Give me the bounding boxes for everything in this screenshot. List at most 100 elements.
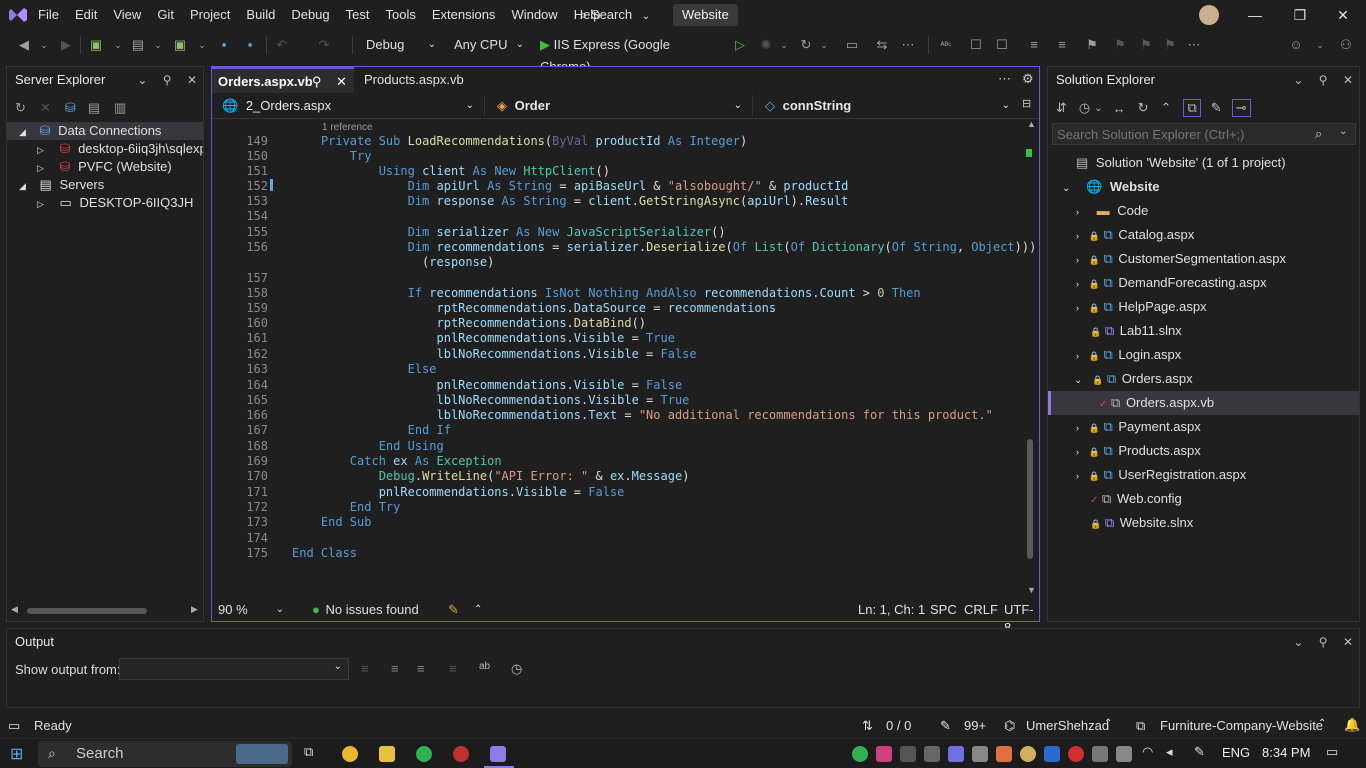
member-select[interactable]: ◇ connString ⌄ (752, 95, 1014, 117)
run-target-button[interactable]: ▶ IIS Express (Google Chrome) ⌄ (534, 34, 724, 74)
chevron-up-icon[interactable]: ⌃ (474, 601, 482, 619)
tree-node-file-selected[interactable]: ✓ ⧉ Orders.aspx.vb (1048, 391, 1359, 415)
maximize-button[interactable]: ❐ (1277, 0, 1323, 30)
whatsapp-tray-icon[interactable] (852, 746, 868, 762)
close-icon[interactable]: ✕ (187, 73, 197, 87)
minimize-button[interactable]: — (1232, 0, 1278, 30)
outdent-icon[interactable]: ≡ (1054, 37, 1070, 53)
tree-node-file[interactable]: 🔒 ⧉ Website.slnx (1048, 511, 1359, 535)
history-icon[interactable]: ◷ (1079, 100, 1090, 116)
platform-select[interactable]: Any CPU ⌄ (448, 34, 528, 56)
account-icon[interactable]: ⚇ (1338, 37, 1354, 53)
task-view-icon[interactable]: ⧉ (304, 744, 313, 760)
line-endings-indicator[interactable]: CRLF (964, 601, 998, 619)
battery-icon[interactable] (1116, 746, 1132, 762)
sharepoint-icon[interactable]: ▥ (114, 100, 126, 116)
more-icon[interactable]: ⋯ (998, 71, 1011, 87)
copilot-icon[interactable]: ☺ (1288, 37, 1304, 53)
collapse-all-icon[interactable]: ⌃ (1161, 100, 1172, 116)
scrollbar-thumb[interactable] (27, 608, 147, 614)
tree-node-file[interactable]: › 🔒 ⧉ DemandForecasting.aspx (1048, 271, 1359, 295)
toggle-wrap-icon[interactable]: ≡ (417, 661, 425, 676)
properties-icon[interactable]: ✎ (1211, 100, 1222, 116)
connect-database-icon[interactable]: ⛁ (65, 100, 76, 116)
output-source-select[interactable]: ⌄ (119, 658, 349, 680)
tray-app-icon[interactable] (900, 746, 916, 762)
solution-search-input[interactable] (1057, 126, 1307, 142)
more-icon[interactable]: ⋯ (1186, 37, 1202, 53)
menu-edit[interactable]: Edit (67, 0, 105, 30)
repository-name[interactable]: Furniture-Company-Website (1160, 718, 1323, 733)
menu-test[interactable]: Test (338, 0, 378, 30)
hot-reload-icon[interactable]: ✺ (758, 37, 774, 53)
visual-studio-taskbar-icon[interactable] (490, 746, 506, 762)
chevron-down-icon[interactable]: ⌄ (816, 37, 832, 53)
chevron-down-icon[interactable]: ⌄ (194, 37, 210, 53)
chevron-down-icon[interactable]: ⌄ (36, 37, 52, 53)
tray-app-icon[interactable] (996, 746, 1012, 762)
pencil-icon[interactable]: ✎ (940, 718, 951, 734)
gear-icon[interactable]: ⚙ (1022, 71, 1034, 87)
tree-node-file[interactable]: › 🔒 ⧉ CustomerSegmentation.aspx (1048, 247, 1359, 271)
new-project-icon[interactable]: ▣ (88, 37, 104, 53)
issues-indicator[interactable]: ● No issues found (312, 601, 419, 619)
tree-node-file[interactable]: › 🔒 ⧉ Login.aspx (1048, 343, 1359, 367)
pin-icon[interactable]: ⚲ (312, 69, 322, 95)
taskbar-search-box[interactable]: ⌕ Search (38, 741, 292, 767)
pin-icon[interactable]: ⚲ (1319, 73, 1328, 87)
tree-node-file[interactable]: 🔒 ⧉ Lab11.slnx (1048, 319, 1359, 343)
cursor-position[interactable]: Ln: 1, Ch: 1 (858, 601, 925, 619)
tree-node-file[interactable]: › 🔒 ⧉ UserRegistration.aspx (1048, 463, 1359, 487)
menu-window[interactable]: Window (503, 0, 565, 30)
stop-icon[interactable]: ✕ (40, 100, 51, 116)
sync-icon[interactable]: ⇵ (1056, 100, 1067, 116)
pending-edits-count[interactable]: 99+ (964, 718, 986, 733)
tree-node-file[interactable]: › 🔒 ⧉ Products.aspx (1048, 439, 1359, 463)
app-t-icon[interactable] (453, 746, 469, 762)
chevron-down-icon[interactable]: ⌄ (1293, 635, 1303, 649)
project-select[interactable]: 🌐 2_Orders.aspx ⌄ (222, 95, 478, 117)
clear-all-icon[interactable]: ≡ (391, 661, 399, 676)
save-all-icon[interactable]: ▪ (242, 37, 258, 53)
menu-tools[interactable]: Tools (377, 0, 423, 30)
refresh-icon[interactable]: ↻ (15, 100, 26, 116)
output-window-icon[interactable]: ▭ (8, 718, 20, 734)
clear-bookmarks-icon[interactable]: ⚑ (1162, 37, 1178, 53)
file-explorer-icon[interactable] (379, 746, 395, 762)
refresh-icon[interactable]: ↻ (798, 37, 814, 53)
tree-node-file[interactable]: ⌄ 🔒 ⧉ Orders.aspx (1048, 367, 1359, 391)
tree-node-file[interactable]: › 🔒 ⧉ Catalog.aspx (1048, 223, 1359, 247)
menu-file[interactable]: File (30, 0, 67, 30)
save-icon[interactable]: ▪ (216, 37, 232, 53)
menu-build[interactable]: Build (238, 0, 283, 30)
vertical-scrollbar[interactable]: ▲ ▼ (1024, 119, 1038, 599)
visual-studio-logo-icon[interactable] (8, 5, 28, 25)
menu-debug[interactable]: Debug (283, 0, 337, 30)
chevron-down-icon[interactable]: ⌄ (776, 37, 792, 53)
more-icon[interactable]: ⋯ (900, 37, 916, 53)
scroll-left-icon[interactable]: ◀ (11, 604, 18, 615)
pin-icon[interactable]: ⚲ (163, 73, 172, 87)
notification-badge-icon[interactable] (1068, 746, 1084, 762)
pen-icon[interactable]: ✎ (1194, 744, 1205, 760)
tree-node-pvfc[interactable]: ▷ ⛁ PVFC (Website) (7, 158, 203, 176)
chevron-up-icon[interactable]: ⌃ (1104, 718, 1112, 729)
configuration-select[interactable]: Debug ⌄ (360, 34, 440, 56)
indent-icon[interactable]: ≡ (1026, 37, 1042, 53)
close-icon[interactable]: ✕ (1343, 73, 1353, 87)
add-item-icon[interactable]: ▣ (172, 37, 188, 53)
chevron-down-icon[interactable]: ⌄ (150, 37, 166, 53)
start-without-debugging-icon[interactable]: ▷ (732, 37, 748, 53)
prev-bookmark-icon[interactable]: ⚑ (1112, 37, 1128, 53)
close-icon[interactable]: ✕ (336, 69, 347, 95)
avatar[interactable] (1199, 5, 1219, 25)
tray-app-icon[interactable] (924, 746, 940, 762)
chevron-down-icon[interactable]: ⌄ (110, 37, 126, 53)
tab-orders-aspx-vb[interactable]: Orders.aspx.vb ⚲ ✕ (212, 67, 354, 93)
chevron-down-icon[interactable]: ⌄ (1312, 37, 1328, 53)
undo-icon[interactable]: ↶ (274, 37, 290, 53)
preview-icon[interactable]: ⊸ (1231, 99, 1251, 117)
git-changes-icon[interactable]: ⇅ (862, 718, 873, 734)
find-message-icon[interactable]: ≡ (361, 661, 369, 676)
tab-products-aspx-vb[interactable]: Products.aspx.vb (358, 67, 488, 93)
